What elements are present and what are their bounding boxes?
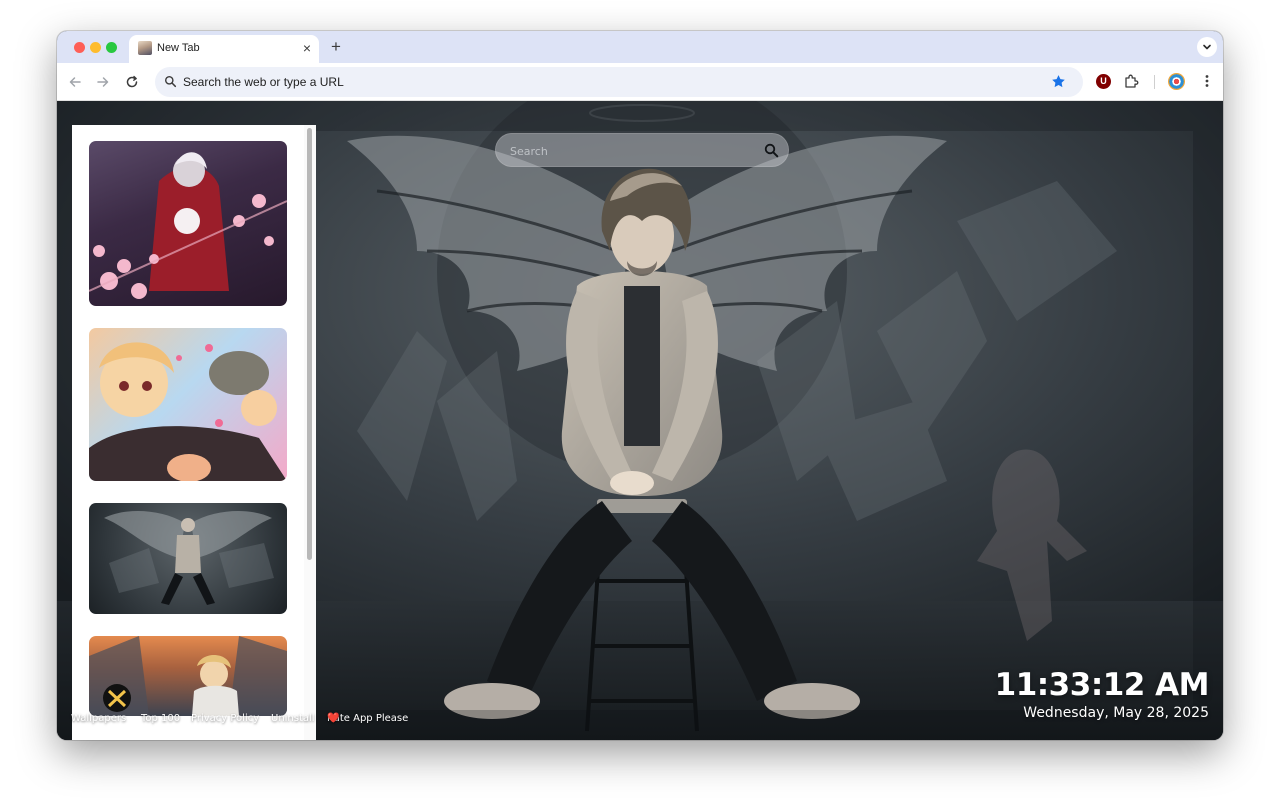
bookmark-star-icon[interactable] xyxy=(1051,74,1066,89)
wallpaper-thumbnail[interactable] xyxy=(89,328,287,481)
heart-icon: ❤️ xyxy=(327,713,340,724)
address-bar[interactable]: Search the web or type a URL xyxy=(155,67,1083,97)
profile-avatar[interactable] xyxy=(1168,73,1185,90)
anime-portrait-favicon-icon xyxy=(138,41,152,55)
wallpaper-sidebar xyxy=(72,125,316,740)
tab-search-button[interactable] xyxy=(1197,37,1217,57)
reload-button[interactable] xyxy=(122,72,142,92)
tab-title: New Tab xyxy=(157,42,200,54)
uninstall-link[interactable]: Uninstall xyxy=(271,713,315,724)
new-tab-page: Wallpapers Top 100 Privacy Policy Uninst… xyxy=(57,101,1223,740)
thumbnail-image xyxy=(89,636,287,716)
top-100-link[interactable]: Top 100 xyxy=(141,713,180,724)
tab-close-button[interactable]: × xyxy=(299,40,315,56)
chevron-down-icon xyxy=(1203,44,1211,50)
clock-time: 11:33:12 AM xyxy=(994,667,1210,703)
more-menu-icon[interactable] xyxy=(1199,73,1215,89)
wallpaper-thumbnail[interactable] xyxy=(89,141,287,306)
browser-toolbar: Search the web or type a URL U xyxy=(57,63,1223,101)
ublock-extension-icon[interactable]: U xyxy=(1096,74,1111,89)
rate-app-link[interactable]: ❤️ Rate App Please xyxy=(327,713,408,724)
thumbnail-image xyxy=(89,342,287,481)
sidebar-scrollbar-thumb[interactable] xyxy=(307,128,312,560)
thumbnail-image xyxy=(89,152,287,299)
clock-date: Wednesday, May 28, 2025 xyxy=(1023,705,1209,721)
address-bar-placeholder: Search the web or type a URL xyxy=(183,75,344,89)
arrow-right-icon xyxy=(97,77,109,87)
wallpapers-link[interactable]: Wallpapers xyxy=(71,713,126,724)
search-input[interactable] xyxy=(510,142,750,160)
back-button[interactable] xyxy=(65,72,85,92)
maximize-window-button[interactable] xyxy=(106,42,117,53)
reload-icon xyxy=(126,75,138,88)
close-window-button[interactable] xyxy=(74,42,85,53)
toolbar-divider xyxy=(1154,75,1155,89)
privacy-policy-link[interactable]: Privacy Policy xyxy=(191,713,259,724)
wallpaper-thumbnail[interactable] xyxy=(89,503,287,614)
search-icon xyxy=(165,76,177,88)
tab-strip: New Tab × + xyxy=(57,31,1223,63)
wallpaper-thumbnail[interactable] xyxy=(89,636,287,716)
arrow-left-icon xyxy=(69,77,81,87)
tab-new-tab[interactable]: New Tab × xyxy=(129,35,319,63)
wallpaper-search-bar[interactable] xyxy=(495,133,789,167)
browser-window: New Tab × + Search the web or type a URL… xyxy=(57,31,1223,740)
minimize-window-button[interactable] xyxy=(90,42,101,53)
thumbnail-image xyxy=(104,511,274,605)
forward-button[interactable] xyxy=(93,72,113,92)
new-tab-button[interactable]: + xyxy=(327,38,345,56)
extensions-puzzle-icon[interactable] xyxy=(1123,73,1139,89)
search-icon[interactable] xyxy=(764,143,779,158)
